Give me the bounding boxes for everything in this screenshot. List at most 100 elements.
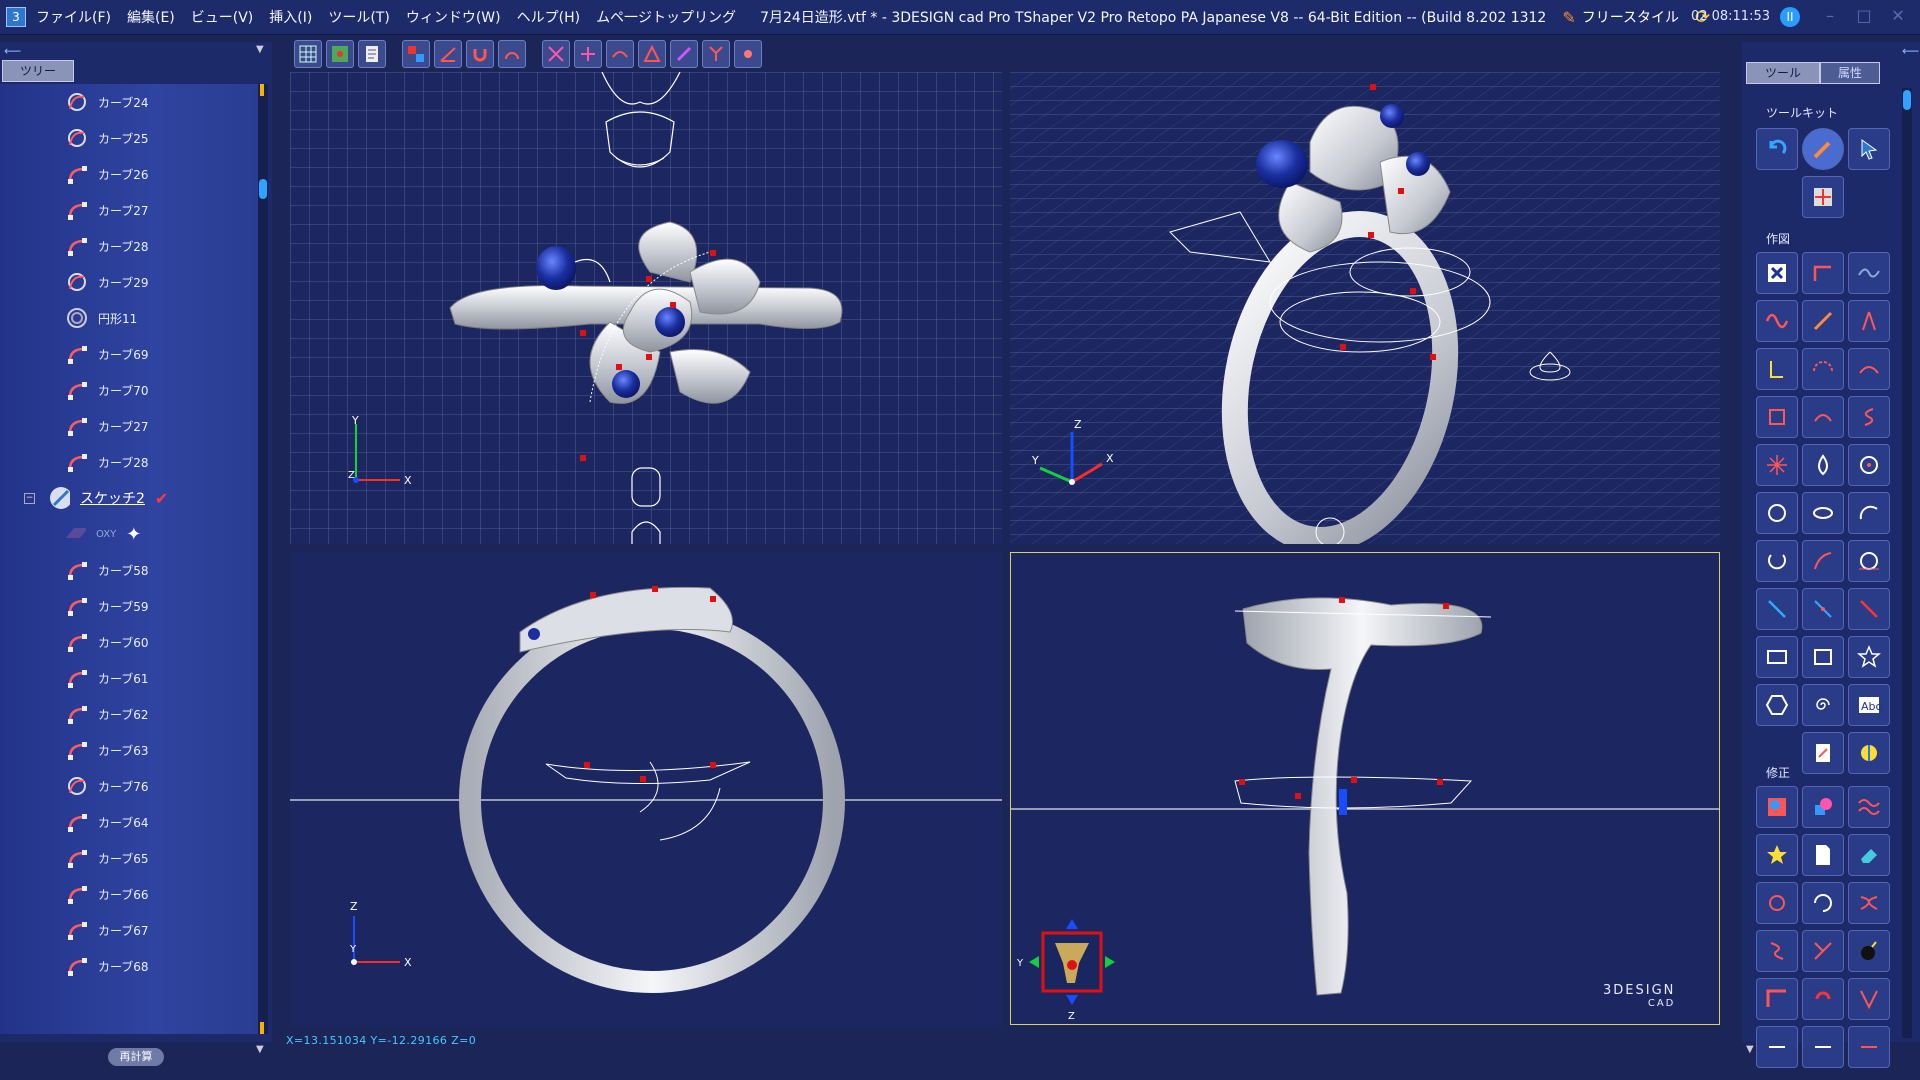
close-curve-icon[interactable] [1802,882,1844,924]
menu-view[interactable]: ビュー(V) [191,7,254,27]
line-2pt-icon[interactable] [1802,588,1844,630]
menu-window[interactable]: ウィンドウ(W) [406,7,501,27]
viewport-front[interactable]: Z X Y [290,552,1002,1027]
star-icon[interactable] [1848,636,1890,678]
panel-bottom-chevron-icon[interactable]: ▼ [256,1044,264,1055]
tree-item[interactable]: カーブ69 [66,338,149,370]
more-tool-1-icon[interactable] [1756,1026,1798,1068]
tree-item[interactable]: カーブ76 [66,770,149,802]
tab-tree[interactable]: ツリー [2,60,74,82]
delete-icon[interactable] [1756,252,1798,294]
viewport-iso[interactable]: Z Y X [1010,72,1720,544]
select-arrow-icon[interactable] [1848,128,1890,170]
tree-item[interactable]: カーブ70 [66,374,149,406]
bridge-icon[interactable] [1848,348,1890,390]
tree-item[interactable]: カーブ61 [66,662,149,694]
menu-edit[interactable]: 編集(E) [127,7,175,27]
rotate-arc-icon[interactable] [1756,540,1798,582]
page-icon[interactable] [1802,834,1844,876]
copy-curve-icon[interactable] [1802,732,1844,774]
circle-center-icon[interactable] [1848,444,1890,486]
app-icon[interactable]: 3 [6,7,26,27]
tree-item[interactable]: カーブ68 [66,950,149,982]
tree-item[interactable]: カーブ59 [66,590,149,622]
teardrop-icon[interactable] [1802,444,1844,486]
eraser-icon[interactable] [1848,834,1890,876]
spiral-icon[interactable] [1802,684,1844,726]
tree-item[interactable]: スケッチ2 ✔ − [24,482,168,514]
tab-tools[interactable]: ツール [1746,62,1820,84]
viewport-side[interactable]: Y Z 3DESIGN CAD [1010,552,1720,1025]
triangle-snap-icon[interactable] [638,40,666,68]
panel-pin-icon-right[interactable]: ⟵ [1902,44,1919,58]
shape-fill-icon[interactable] [1756,786,1798,828]
menu-help[interactable]: ヘルプ(H) [517,7,580,27]
tree-item[interactable]: カーブ28 [66,446,149,478]
tangent-arc-icon[interactable] [1802,396,1844,438]
tree-item[interactable]: カーブ24 [66,86,149,118]
tree-item[interactable]: カーブ25 [66,122,149,154]
panel-pin-icon[interactable]: ⟵ [4,44,21,58]
tool-panel-bottom-chevron-icon[interactable]: ▼ [1746,1044,1754,1055]
line-icon[interactable] [1756,588,1798,630]
paint-brush-icon[interactable] [1802,128,1844,170]
circle-tangent-icon[interactable] [1848,540,1890,582]
shape-union-icon[interactable] [1802,786,1844,828]
menu-file[interactable]: ファイル(F) [36,7,111,27]
line-red-icon[interactable] [1848,588,1890,630]
s-curve-icon[interactable] [1848,396,1890,438]
freehand-pen-icon[interactable] [1802,300,1844,342]
rotate-copy-icon[interactable] [1848,732,1890,774]
s-join-icon[interactable] [1756,930,1798,972]
tree-item[interactable]: カーブ28 [66,230,149,262]
tab-attributes[interactable]: 属性 [1820,62,1880,84]
hexagon-icon[interactable] [1756,684,1798,726]
document-icon[interactable] [358,40,386,68]
undo-icon[interactable] [1756,128,1798,170]
pen-snap-icon[interactable] [670,40,698,68]
menu-page-top-ring[interactable]: ムペ一ジトップリング [596,7,736,27]
more-tool-2-icon[interactable] [1802,1026,1844,1068]
panel-menu-chevron-icon[interactable]: ▼ [256,44,264,55]
wave-offset-icon[interactable] [1848,786,1890,828]
split-curve-icon[interactable] [1802,930,1844,972]
collapse-toggle-icon[interactable]: − [24,492,35,504]
menu-insert[interactable]: 挿入(I) [269,7,312,27]
intersect-icon[interactable] [574,40,602,68]
polyline-icon[interactable] [1802,252,1844,294]
mirror-icon[interactable] [1848,978,1890,1020]
bomb-icon[interactable] [1848,930,1890,972]
tree-item[interactable]: カーブ64 [66,806,149,838]
angle-icon[interactable] [434,40,462,68]
tree-item[interactable]: カーブ66 [66,878,149,910]
tree-item[interactable]: カーブ60 [66,626,149,658]
tree-item[interactable]: 円形11 [66,302,137,334]
transform-gizmo-icon[interactable] [1802,176,1844,218]
grid-view-icon[interactable] [294,40,322,68]
rectangle-icon[interactable] [1756,636,1798,678]
ellipse-icon[interactable] [1802,492,1844,534]
view-cube[interactable]: Y Z [1016,919,1115,1022]
arc-3pt-icon[interactable] [1848,492,1890,534]
spline-icon[interactable] [1848,252,1890,294]
tree-item[interactable]: カーブ29 [66,266,149,298]
point-snap-icon[interactable] [734,40,762,68]
trim-icon[interactable] [542,40,570,68]
tree-item[interactable]: カーブ27 [66,194,149,226]
compass-icon[interactable] [1848,300,1890,342]
minimize-button[interactable]: – [1818,6,1842,28]
rectangle-3pt-icon[interactable] [1802,636,1844,678]
tree-item[interactable]: OXY ✦ [64,518,141,550]
viewport-top[interactable]: Y X Z [290,72,1002,544]
snap-grid-icon[interactable] [326,40,354,68]
tree-scroll-thumb[interactable] [259,179,267,199]
tree-item[interactable]: カーブ67 [66,914,149,946]
arc-dashed-icon[interactable] [1802,348,1844,390]
tree-scrollbar[interactable] [258,84,268,1034]
arc-snap-icon[interactable] [498,40,526,68]
view-filter-icon[interactable] [402,40,430,68]
maximize-button[interactable]: □ [1852,6,1876,28]
offset-line-icon[interactable] [1756,348,1798,390]
pause-icon[interactable]: II [1780,7,1800,27]
arc-tangent-icon[interactable] [1802,540,1844,582]
